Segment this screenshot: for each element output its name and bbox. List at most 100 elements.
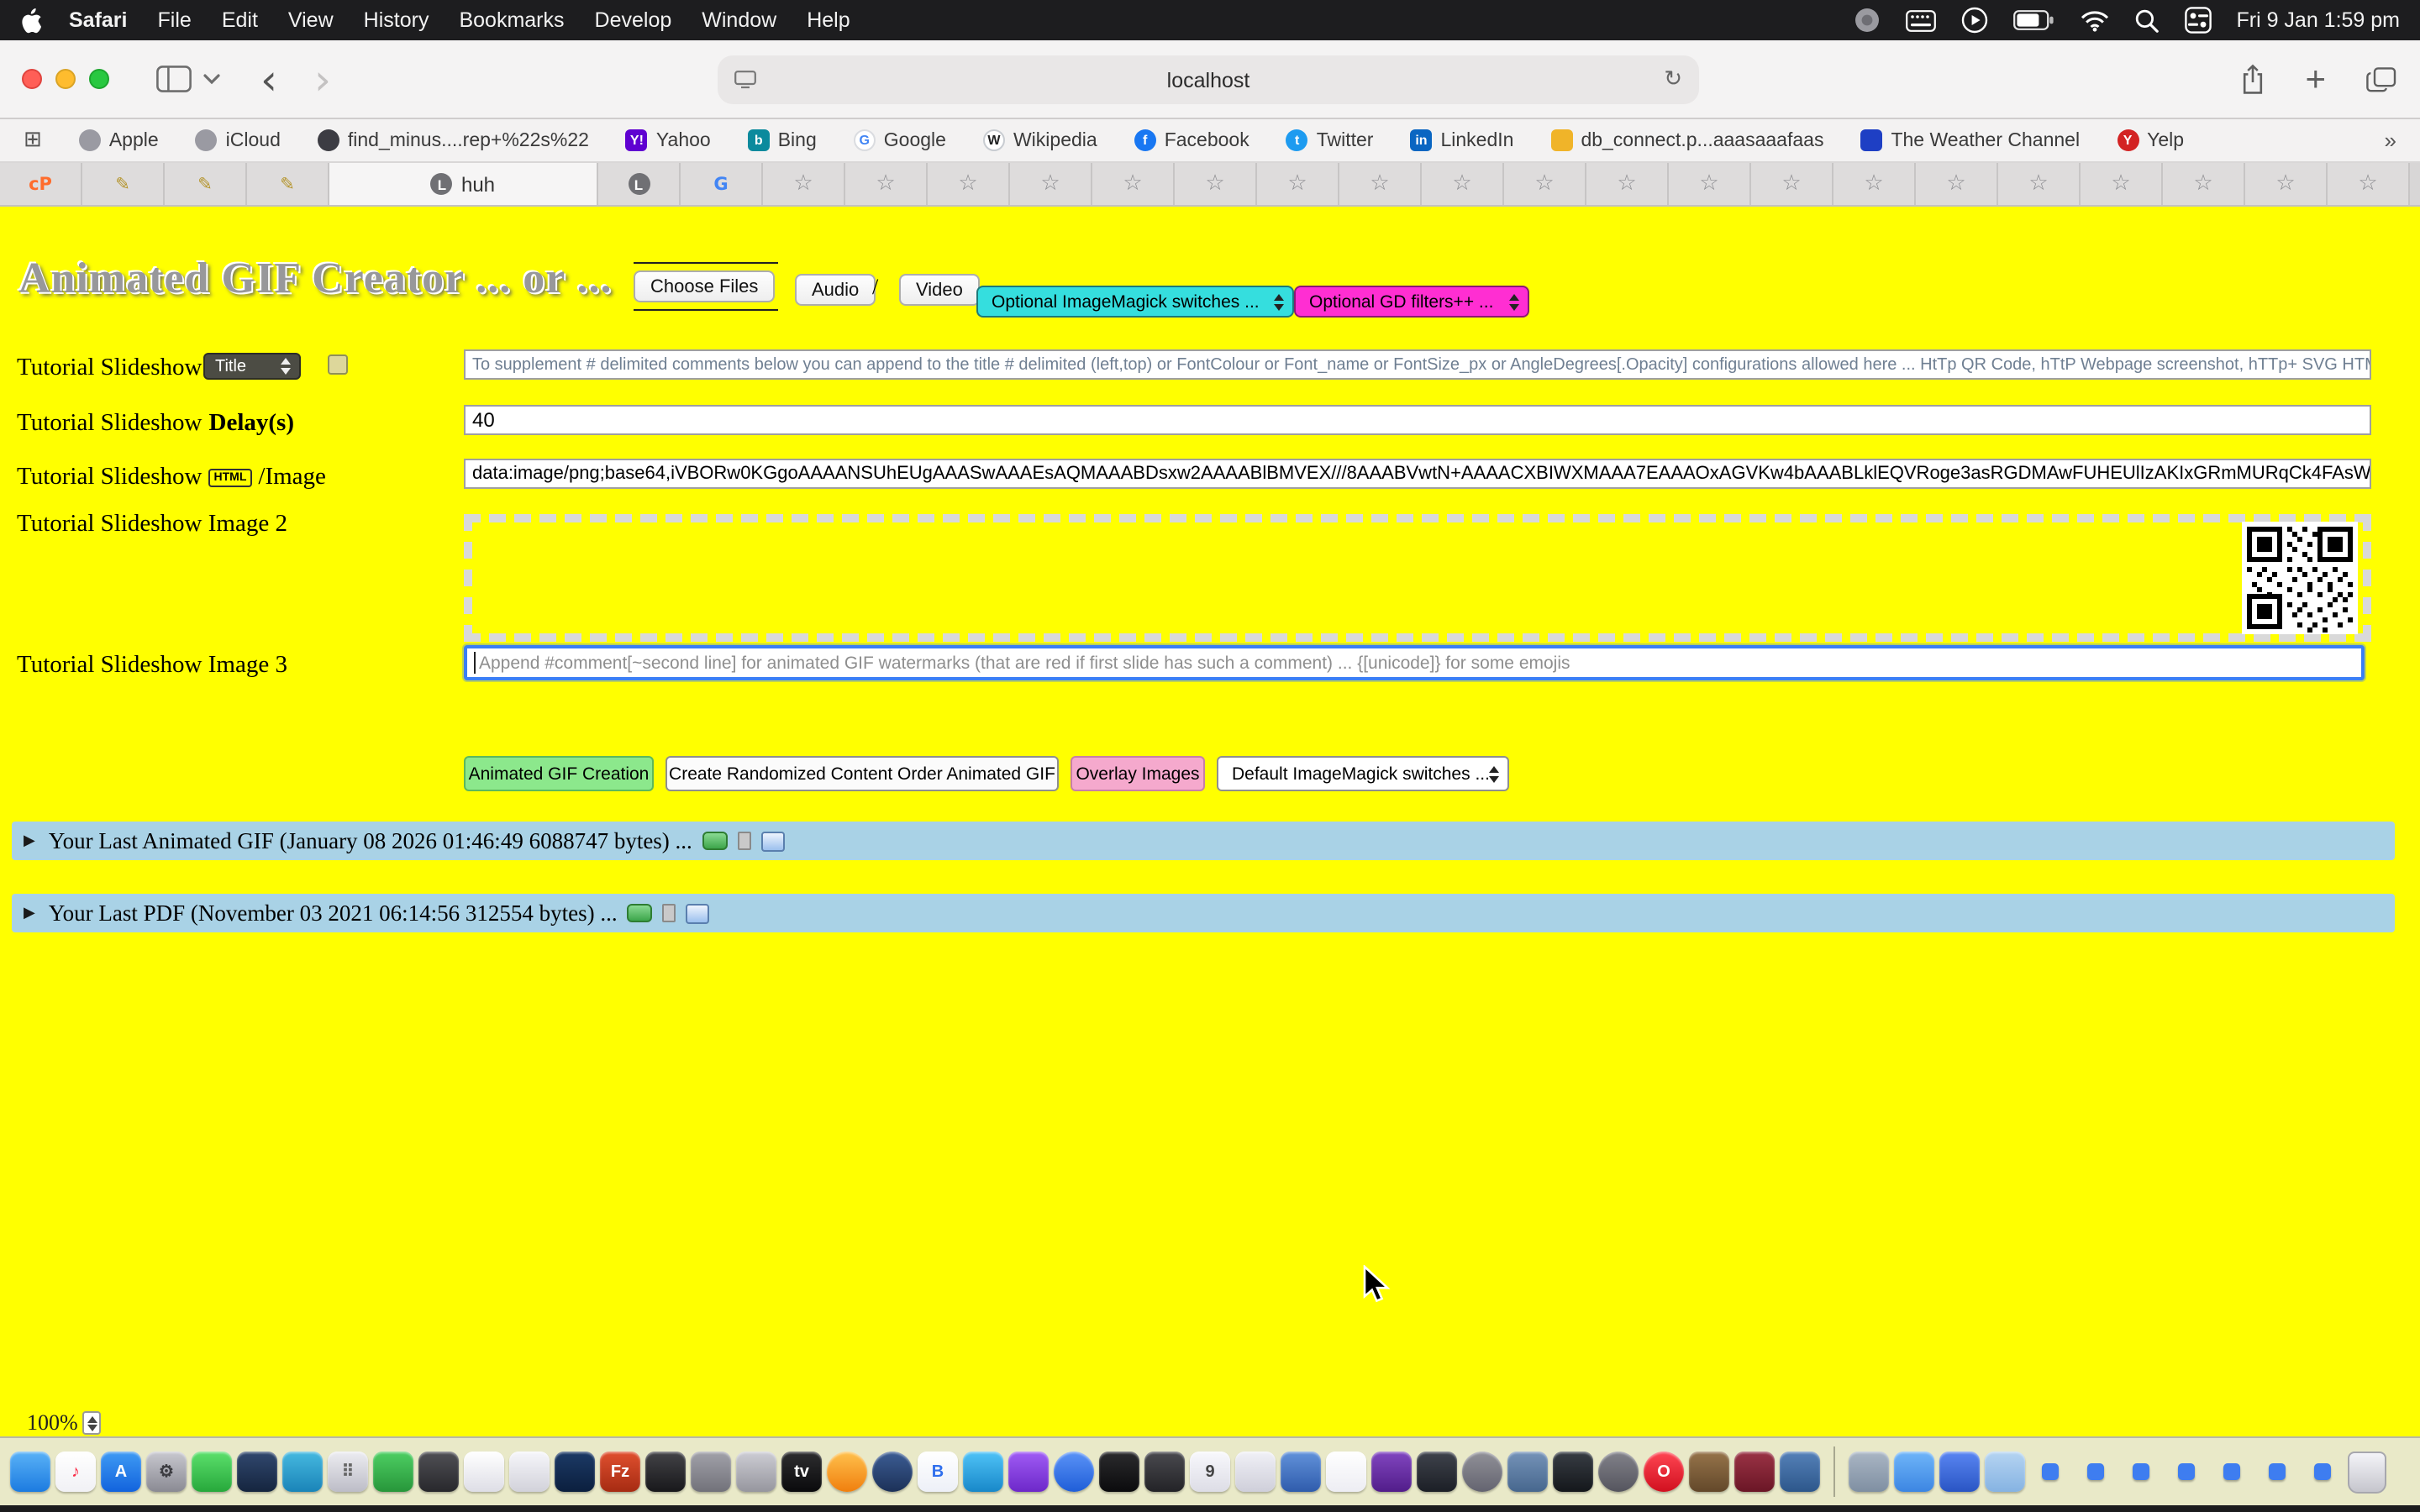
- keyboard-icon[interactable]: [1905, 9, 1935, 31]
- dock-icon-system-settings[interactable]: ⚙: [146, 1452, 187, 1492]
- address-bar[interactable]: localhost ↻: [718, 55, 1699, 104]
- trash-icon[interactable]: [2348, 1451, 2386, 1493]
- tab-google[interactable]: G: [681, 163, 763, 205]
- menubar-app-badge-icon[interactable]: [1853, 7, 1880, 34]
- bookmark-facebook[interactable]: fFacebook: [1134, 129, 1249, 151]
- image-data-uri-input[interactable]: data:image/png;base64,iVBORw0KGgoAAAANSU…: [464, 459, 2371, 489]
- dock-icon-light-tool-app[interactable]: [736, 1452, 776, 1492]
- menu-file[interactable]: File: [158, 8, 192, 32]
- play-icon[interactable]: [1960, 7, 1987, 34]
- wifi-icon[interactable]: [2080, 9, 2108, 31]
- minimize-window-button[interactable]: [55, 69, 76, 89]
- small-file-icon[interactable]: [738, 832, 751, 850]
- colour-well[interactable]: [328, 354, 348, 375]
- tab-favorites-9[interactable]: ☆: [1422, 163, 1504, 205]
- dock-icon-bronze-app[interactable]: [1689, 1452, 1729, 1492]
- dock-icon-orange-app[interactable]: [827, 1452, 867, 1492]
- bookmark-yahoo[interactable]: Y!Yahoo: [626, 129, 711, 151]
- dock-icon-mini-app-1[interactable]: [2030, 1452, 2070, 1492]
- tab-favorites-6[interactable]: ☆: [1175, 163, 1257, 205]
- bookmark-bing[interactable]: bBing: [748, 129, 817, 151]
- menu-app-name[interactable]: Safari: [69, 8, 128, 32]
- menubar-clock[interactable]: Fri 9 Jan 1:59 pm: [2236, 8, 2400, 32]
- control-center-icon[interactable]: [2184, 7, 2211, 34]
- dock-icon-music[interactable]: ♪: [55, 1452, 96, 1492]
- dock-icon-textedit[interactable]: [464, 1452, 504, 1492]
- last-gif-bar[interactable]: ▶ Your Last Animated GIF (January 08 202…: [12, 822, 2395, 860]
- tab-favorites-17[interactable]: ☆: [2081, 163, 2163, 205]
- dock-icon-app-store[interactable]: A: [101, 1452, 141, 1492]
- tab-favorites-2[interactable]: ☆: [845, 163, 928, 205]
- bookmark-find-minus-rep-22s-22[interactable]: find_minus....rep+%22s%22: [318, 129, 589, 151]
- tab-favorites-20[interactable]: ☆: [2328, 163, 2410, 205]
- tab-favorites-11[interactable]: ☆: [1586, 163, 1669, 205]
- dock-icon-finder[interactable]: [10, 1452, 50, 1492]
- dock-icon-steel-app[interactable]: [1507, 1452, 1548, 1492]
- bookmark-twitter[interactable]: tTwitter: [1286, 129, 1374, 151]
- tab-editor-2[interactable]: ✎: [165, 163, 247, 205]
- reload-icon[interactable]: ↻: [1664, 67, 1682, 92]
- dock-icon-mini-app-4[interactable]: [2166, 1452, 2207, 1492]
- dock-icon-launchpad[interactable]: ⠿: [328, 1452, 368, 1492]
- audio-button[interactable]: Audio: [795, 274, 876, 306]
- dock-icon-terminal[interactable]: [645, 1452, 686, 1492]
- dock-icon-teal-app[interactable]: [282, 1452, 323, 1492]
- tab-favorites-5[interactable]: ☆: [1092, 163, 1175, 205]
- dock-icon-bluetooth-app[interactable]: [1939, 1452, 1980, 1492]
- apple-menu-icon[interactable]: [20, 8, 42, 33]
- dock-icon-sky-app[interactable]: [963, 1452, 1003, 1492]
- bookmark-yelp[interactable]: YYelp: [2117, 129, 2184, 151]
- dock-icon-gray-tool-app[interactable]: [691, 1452, 731, 1492]
- dock-icon-filezilla[interactable]: Fz: [600, 1452, 640, 1492]
- zoom-control[interactable]: 100%: [27, 1410, 102, 1436]
- dock-icon-violet-app[interactable]: [1371, 1452, 1412, 1492]
- dock-icon-document-app[interactable]: [509, 1452, 550, 1492]
- dock-icon-pages-app[interactable]: [1235, 1452, 1276, 1492]
- dock-icon-dim-round-app[interactable]: [1598, 1452, 1639, 1492]
- dock-icon-purple-app[interactable]: [1008, 1452, 1049, 1492]
- menu-bookmarks[interactable]: Bookmarks: [459, 8, 564, 32]
- tab-favorites-16[interactable]: ☆: [1998, 163, 2081, 205]
- zoom-stepper-icon[interactable]: [83, 1411, 102, 1435]
- qr-code-image[interactable]: [2242, 522, 2358, 634]
- preview-window-icon[interactable]: [761, 831, 785, 851]
- tab-favorites-1[interactable]: ☆: [763, 163, 845, 205]
- back-button[interactable]: ‹: [260, 58, 277, 100]
- close-window-button[interactable]: [22, 69, 42, 89]
- dock-icon-green-camera-app[interactable]: [373, 1452, 413, 1492]
- dock-icon-bear-app[interactable]: B: [918, 1452, 958, 1492]
- dock-icon-downloads-folder[interactable]: [1985, 1452, 2025, 1492]
- dock-icon-charcoal-app[interactable]: [1144, 1452, 1185, 1492]
- disclosure-triangle-icon[interactable]: ▶: [24, 832, 35, 849]
- tab-favorites-15[interactable]: ☆: [1916, 163, 1998, 205]
- bookmark-google[interactable]: GGoogle: [854, 129, 946, 151]
- dock-icon-messages[interactable]: [192, 1452, 232, 1492]
- tab-favorites-19[interactable]: ☆: [2245, 163, 2328, 205]
- randomized-order-button[interactable]: Create Randomized Content Order Animated…: [666, 756, 1059, 791]
- fullscreen-window-button[interactable]: [89, 69, 109, 89]
- tab-favorites-18[interactable]: ☆: [2163, 163, 2245, 205]
- preview-window-icon[interactable]: [687, 903, 710, 923]
- dock-icon-folder-stack[interactable]: [1849, 1452, 1889, 1492]
- new-tab-button[interactable]: +: [2305, 61, 2326, 97]
- favorites-grid-icon[interactable]: ⊞: [24, 128, 42, 153]
- disclosure-triangle-icon[interactable]: ▶: [24, 905, 35, 921]
- menu-history[interactable]: History: [364, 8, 429, 32]
- dock-icon-blue-round-app[interactable]: [1054, 1452, 1094, 1492]
- default-switches-select[interactable]: Default ImageMagick switches ...: [1217, 756, 1509, 791]
- dock-icon-obs-app[interactable]: [1417, 1452, 1457, 1492]
- dock-icon-blue-tool-app[interactable]: [1281, 1452, 1321, 1492]
- menu-edit[interactable]: Edit: [222, 8, 258, 32]
- dock-icon-keypad-app[interactable]: [418, 1452, 459, 1492]
- html-chip[interactable]: HTML: [209, 469, 252, 487]
- dock-icon-deep-navy-app[interactable]: [555, 1452, 595, 1492]
- bookmark-db-connect-p-aaasaaafaas[interactable]: db_connect.p...aaasaaafaas: [1550, 129, 1823, 151]
- menu-help[interactable]: Help: [807, 8, 850, 32]
- share-icon[interactable]: [2239, 63, 2265, 95]
- dock-icon-navy-round-app[interactable]: [872, 1452, 913, 1492]
- tab-huh[interactable]: L huh: [329, 163, 598, 205]
- bookmarks-overflow-chevron[interactable]: »: [2385, 128, 2396, 153]
- imagemagick-switches-select[interactable]: Optional ImageMagick switches ...: [976, 286, 1295, 318]
- spotlight-icon[interactable]: [2133, 8, 2159, 33]
- dock-icon-mini-app-3[interactable]: [2121, 1452, 2161, 1492]
